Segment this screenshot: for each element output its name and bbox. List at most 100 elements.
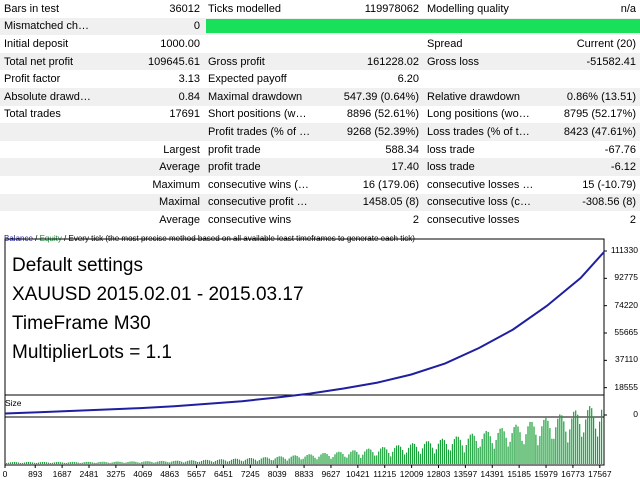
volume-bar [388, 452, 390, 464]
volume-bar [12, 462, 14, 464]
volume-bar [171, 461, 173, 464]
volume-bar [294, 455, 296, 464]
report-label: Initial deposit [4, 37, 69, 50]
volume-bar [451, 444, 453, 464]
report-label: Maximal drawdown [204, 87, 315, 106]
volume-bar [103, 461, 105, 464]
volume-bar [197, 462, 199, 464]
volume-bar [435, 449, 437, 464]
y-tick-label: 55665 [614, 327, 638, 337]
report-row: Initial deposit 1000.00 Spread Current (20) [0, 35, 640, 53]
volume-bar [406, 452, 408, 464]
volume-bar [413, 443, 416, 464]
volume-bar [380, 448, 382, 464]
volume-bar [324, 453, 326, 464]
volume-bar [571, 418, 573, 464]
volume-bar [575, 410, 577, 464]
x-tick-label: 8833 [294, 469, 314, 479]
volume-bar [368, 448, 370, 464]
report-label [0, 123, 98, 141]
report-value: 2 [412, 213, 419, 226]
volume-bar [238, 459, 240, 464]
size-label: Size [5, 398, 22, 408]
report-row: Bars in test 36012 Ticks modelled 119978062… [0, 0, 640, 18]
volume-bar [87, 461, 89, 464]
volume-bar [441, 438, 443, 464]
volume-bar [49, 463, 51, 464]
report-label: Profit trades (% of total) [204, 123, 315, 141]
volume-bar [471, 433, 473, 464]
volume-bar [205, 459, 207, 464]
volume-bar [429, 443, 432, 464]
volume-bar [332, 457, 334, 464]
volume-bar [77, 462, 79, 464]
report-value: 547.39 (0.64%) [315, 87, 423, 106]
report-value: -51582.41 [538, 52, 640, 71]
volume-bar [423, 443, 426, 464]
report-row: Total trades 17691 Short positions (won %)… [0, 106, 640, 124]
volume-bar [419, 453, 422, 464]
report-label: Gross profit [204, 52, 315, 71]
report-label: consecutive wins [208, 213, 292, 226]
volume-bar [6, 463, 8, 464]
report-label: profit trade [204, 158, 315, 176]
volume-bar [17, 462, 20, 464]
volume-bar [21, 462, 24, 464]
volume-bar [499, 428, 501, 464]
volume-bar [290, 456, 292, 464]
x-tick-label: 8039 [267, 469, 287, 479]
x-tick-label: 1687 [52, 469, 72, 479]
report-label: consecutive wins (profit i... [208, 178, 315, 191]
report-label [0, 193, 98, 212]
volume-bar [491, 443, 493, 464]
volume-bar [147, 461, 149, 464]
report-label: Bars in test [4, 2, 60, 15]
volume-bar [517, 426, 519, 464]
volume-bar [569, 429, 571, 464]
volume-bar [306, 455, 308, 464]
report-value: n/a [620, 2, 636, 15]
volume-bar [402, 450, 404, 464]
volume-bar [415, 446, 418, 464]
volume-bar [469, 434, 471, 464]
volume-bar [183, 462, 185, 464]
report-label: Relative drawdown [423, 87, 538, 106]
volume-bar [51, 462, 53, 464]
volume-bar [93, 462, 95, 464]
report-label: Spread [427, 37, 463, 50]
volume-bar [123, 462, 125, 464]
volume-series [6, 406, 603, 464]
y-tick-label: 74220 [614, 299, 638, 310]
x-tick-label: 6451 [213, 469, 233, 479]
volume-bar [139, 462, 141, 464]
report-value: -6.12 [538, 158, 640, 176]
volume-bar [427, 441, 430, 464]
volume-bar [567, 442, 569, 464]
volume-bar [376, 455, 378, 464]
volume-bar [129, 461, 131, 464]
volume-bar [83, 462, 85, 464]
volume-bar [453, 439, 455, 464]
volume-bar [8, 462, 10, 464]
volume-bar [244, 459, 246, 464]
x-tick-label: 17567 [587, 469, 612, 479]
volume-bar [115, 461, 117, 464]
volume-bar [209, 460, 211, 464]
volume-bar [467, 438, 469, 464]
x-tick-label: 11215 [373, 469, 397, 479]
volume-bar [228, 461, 231, 464]
volume-bar [473, 435, 475, 464]
volume-bar [113, 462, 115, 464]
report-value: 8795 (52.17%) [563, 108, 636, 121]
volume-bar [286, 460, 288, 464]
x-tick-label: 2481 [79, 469, 99, 479]
volume-bar [527, 426, 529, 464]
volume-bar [583, 432, 585, 464]
volume-bar [181, 461, 183, 464]
volume-bar [165, 461, 167, 464]
volume-bar [240, 460, 242, 464]
report-label: Total net profit [0, 52, 98, 71]
volume-bar [314, 457, 316, 464]
report-label: loss trade [427, 143, 475, 156]
volume-bar [457, 436, 459, 464]
